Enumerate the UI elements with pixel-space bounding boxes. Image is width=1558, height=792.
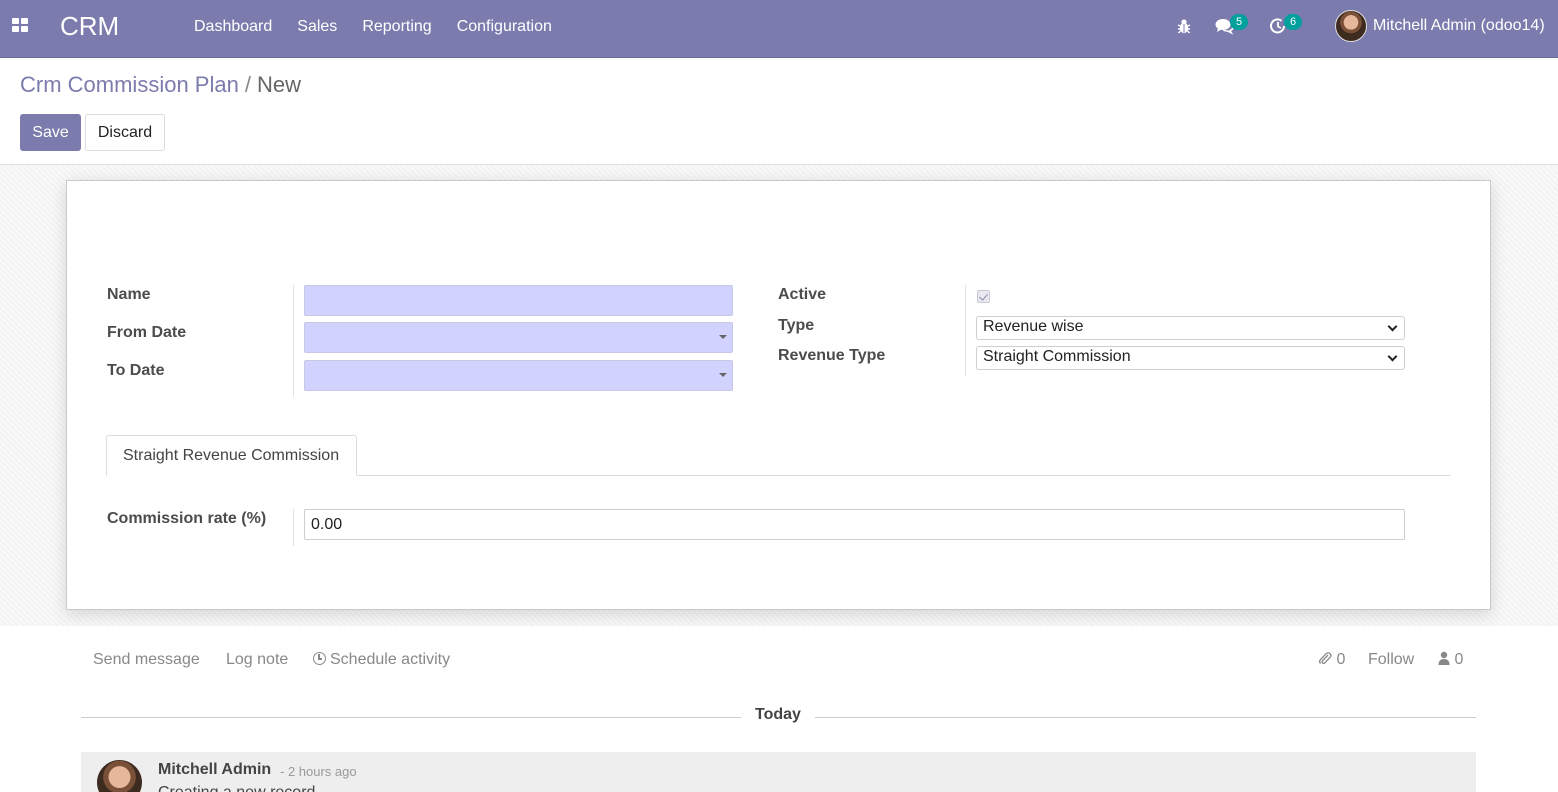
- top-navbar: CRM Dashboard Sales Reporting Configurat…: [0, 0, 1558, 58]
- breadcrumb: Crm Commission Plan / New: [20, 72, 301, 98]
- message-body: Creating a new record...: [158, 784, 329, 792]
- menu-item-dashboard[interactable]: Dashboard: [194, 18, 272, 36]
- left-group-separator: [293, 285, 294, 397]
- revenue-type-select-value: Straight Commission: [983, 348, 1131, 365]
- from-date-field[interactable]: [304, 322, 733, 353]
- followers-count: 0: [1454, 651, 1464, 668]
- discard-button[interactable]: Discard: [85, 114, 165, 151]
- to-date-field[interactable]: [304, 360, 733, 391]
- main-menu: Dashboard Sales Reporting Configuration: [194, 18, 577, 36]
- user-avatar: [1335, 10, 1367, 42]
- attachments-count: 0: [1336, 651, 1346, 668]
- chevron-down-icon: [1387, 351, 1398, 362]
- message-author[interactable]: Mitchell Admin: [158, 761, 271, 779]
- date-separator-label: Today: [755, 706, 801, 723]
- message-date: - 2 hours ago: [280, 764, 357, 779]
- active-label: Active: [778, 286, 827, 303]
- breadcrumb-current: New: [256, 72, 301, 97]
- menu-item-sales[interactable]: Sales: [297, 18, 337, 36]
- name-label: Name: [107, 286, 151, 303]
- to-date-label: To Date: [107, 362, 165, 379]
- commission-rate-label: Commission rate (%): [107, 510, 267, 527]
- breadcrumb-separator: /: [244, 72, 251, 97]
- activities-count-badge: 6: [1284, 14, 1302, 30]
- messages-chat-icon[interactable]: 5: [1215, 14, 1248, 39]
- menu-item-reporting[interactable]: Reporting: [362, 18, 431, 36]
- user-icon: [1438, 651, 1450, 665]
- active-checkbox[interactable]: [977, 290, 990, 303]
- revenue-type-select[interactable]: Straight Commission: [976, 346, 1405, 370]
- schedule-activity-button[interactable]: Schedule activity: [313, 651, 450, 669]
- log-note-button[interactable]: Log note: [226, 651, 288, 669]
- right-group-separator: [965, 285, 966, 376]
- from-date-label: From Date: [107, 324, 187, 341]
- type-label: Type: [778, 317, 815, 334]
- breadcrumb-parent[interactable]: Crm Commission Plan: [20, 72, 239, 97]
- tab-straight-revenue-commission[interactable]: Straight Revenue Commission: [106, 435, 357, 476]
- to-date-input[interactable]: [304, 360, 733, 391]
- follow-button[interactable]: Follow: [1368, 651, 1414, 669]
- tab-group-separator: [293, 509, 294, 546]
- clock-icon: [313, 652, 326, 665]
- attachments-button[interactable]: 0: [1318, 651, 1345, 669]
- date-separator-line-left: [81, 717, 741, 718]
- schedule-activity-label: Schedule activity: [330, 651, 451, 668]
- send-message-button[interactable]: Send message: [93, 651, 200, 669]
- from-date-input[interactable]: [304, 322, 733, 353]
- user-name: Mitchell Admin (odoo14): [1373, 17, 1545, 34]
- followers-button[interactable]: 0: [1438, 651, 1463, 669]
- save-button[interactable]: Save: [20, 114, 81, 151]
- paperclip-icon: [1318, 652, 1332, 665]
- app-name[interactable]: CRM: [60, 11, 119, 42]
- message-author-avatar[interactable]: [97, 760, 142, 792]
- revenue-type-label: Revenue Type: [778, 347, 886, 364]
- date-separator-line-right: [815, 717, 1476, 718]
- commission-rate-input[interactable]: [304, 509, 1405, 540]
- name-input[interactable]: [304, 285, 733, 316]
- debug-bug-icon[interactable]: [1176, 17, 1198, 39]
- apps-menu-icon[interactable]: [12, 18, 28, 34]
- from-date-caret-icon[interactable]: [719, 335, 727, 339]
- messages-count-badge: 5: [1230, 14, 1248, 30]
- chatter-message: Mitchell Admin - 2 hours ago Creating a …: [81, 752, 1476, 792]
- form-sheet: [66, 180, 1491, 610]
- type-select[interactable]: Revenue wise: [976, 316, 1405, 340]
- activities-clock-icon[interactable]: 6: [1269, 14, 1302, 39]
- to-date-caret-icon[interactable]: [719, 373, 727, 377]
- menu-item-configuration[interactable]: Configuration: [457, 18, 552, 36]
- user-menu[interactable]: Mitchell Admin (odoo14): [1335, 10, 1545, 42]
- chevron-down-icon: [1387, 321, 1398, 332]
- type-select-value: Revenue wise: [983, 318, 1084, 335]
